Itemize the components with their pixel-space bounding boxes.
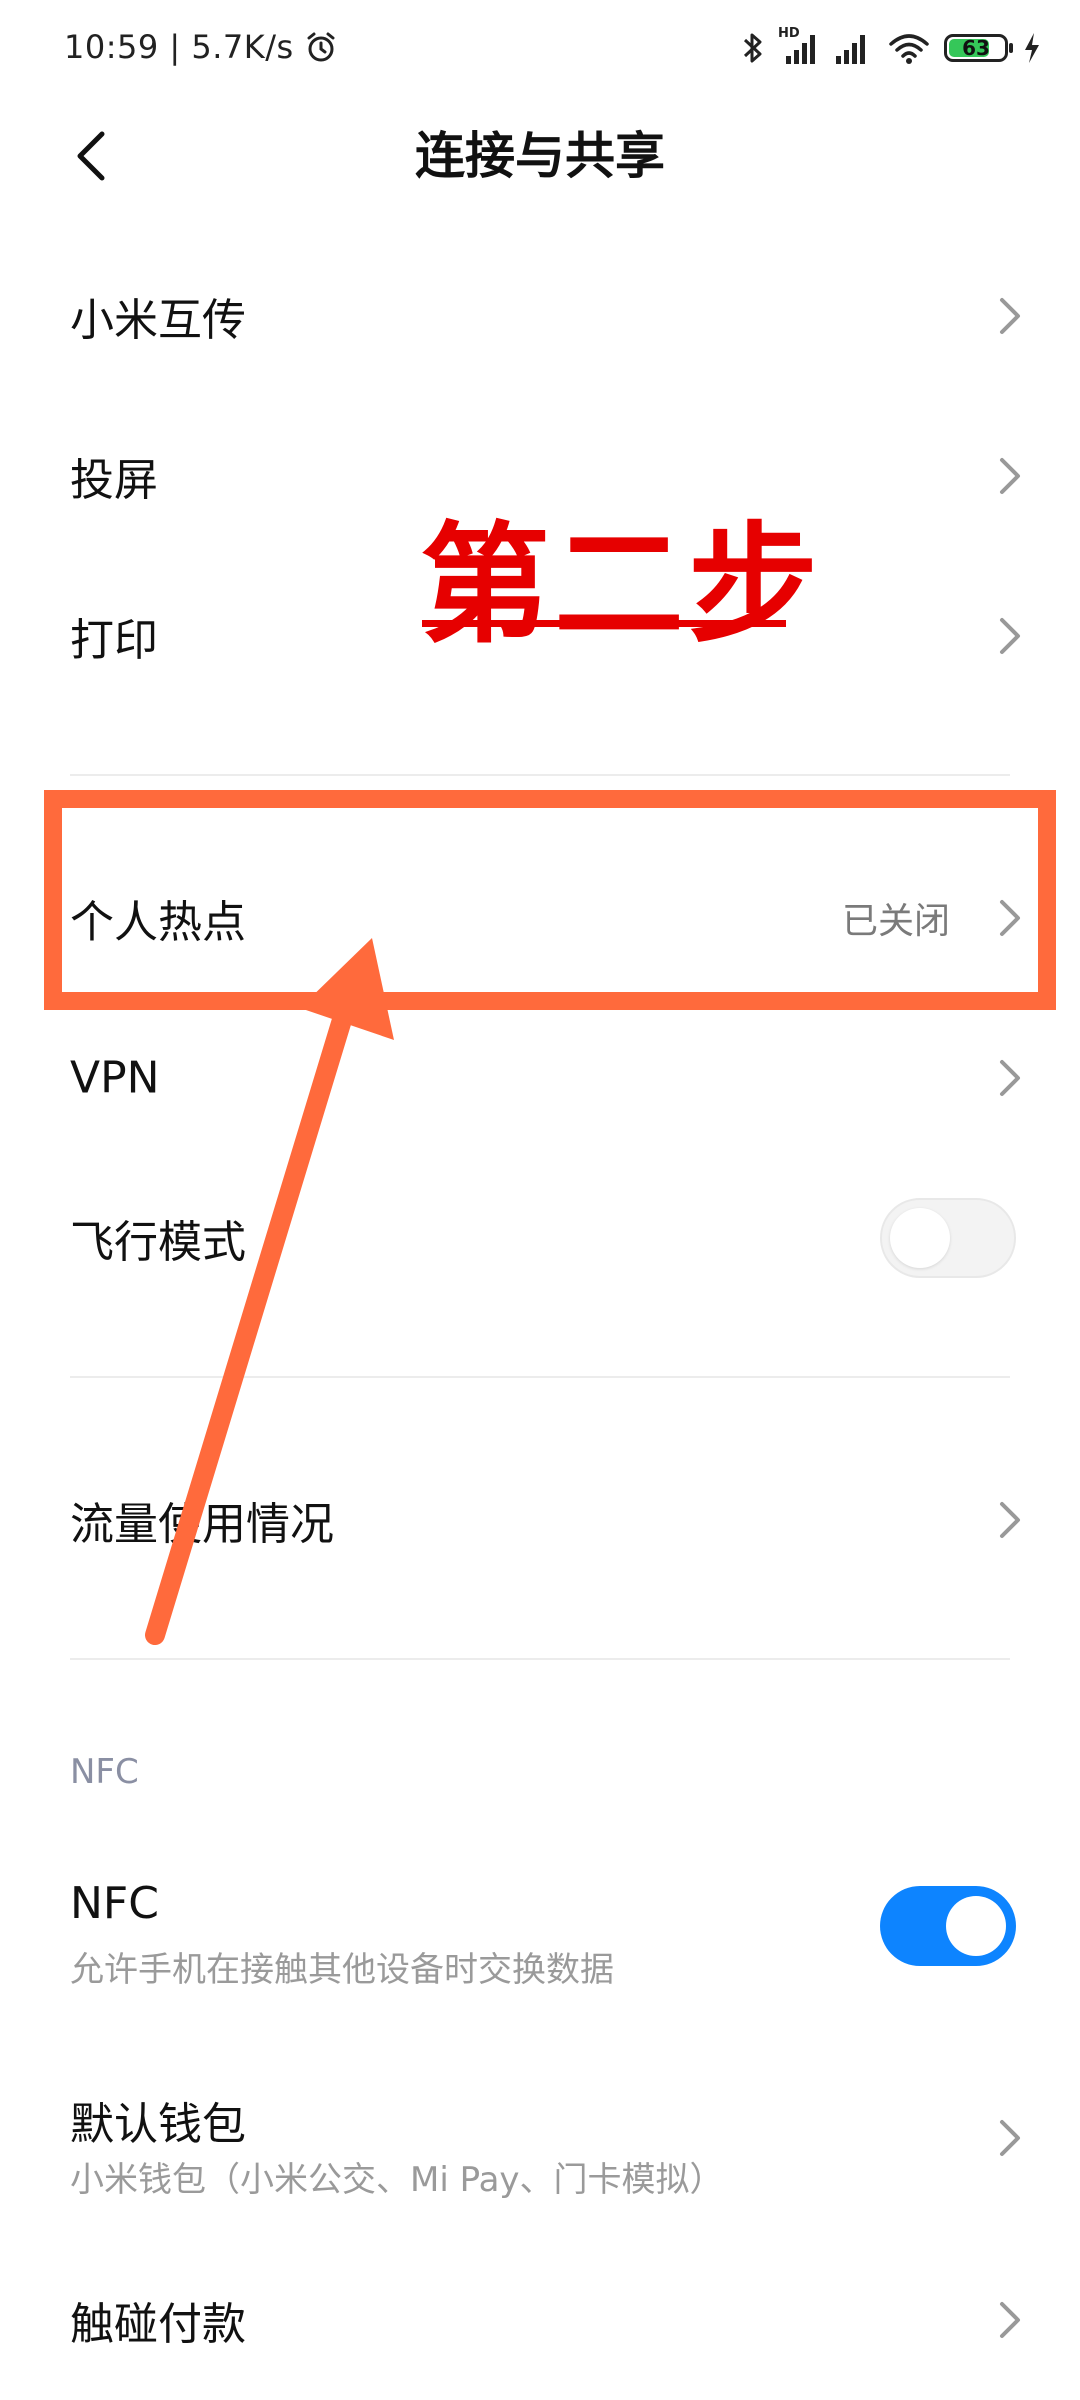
annotation-arrow (145, 938, 394, 1645)
